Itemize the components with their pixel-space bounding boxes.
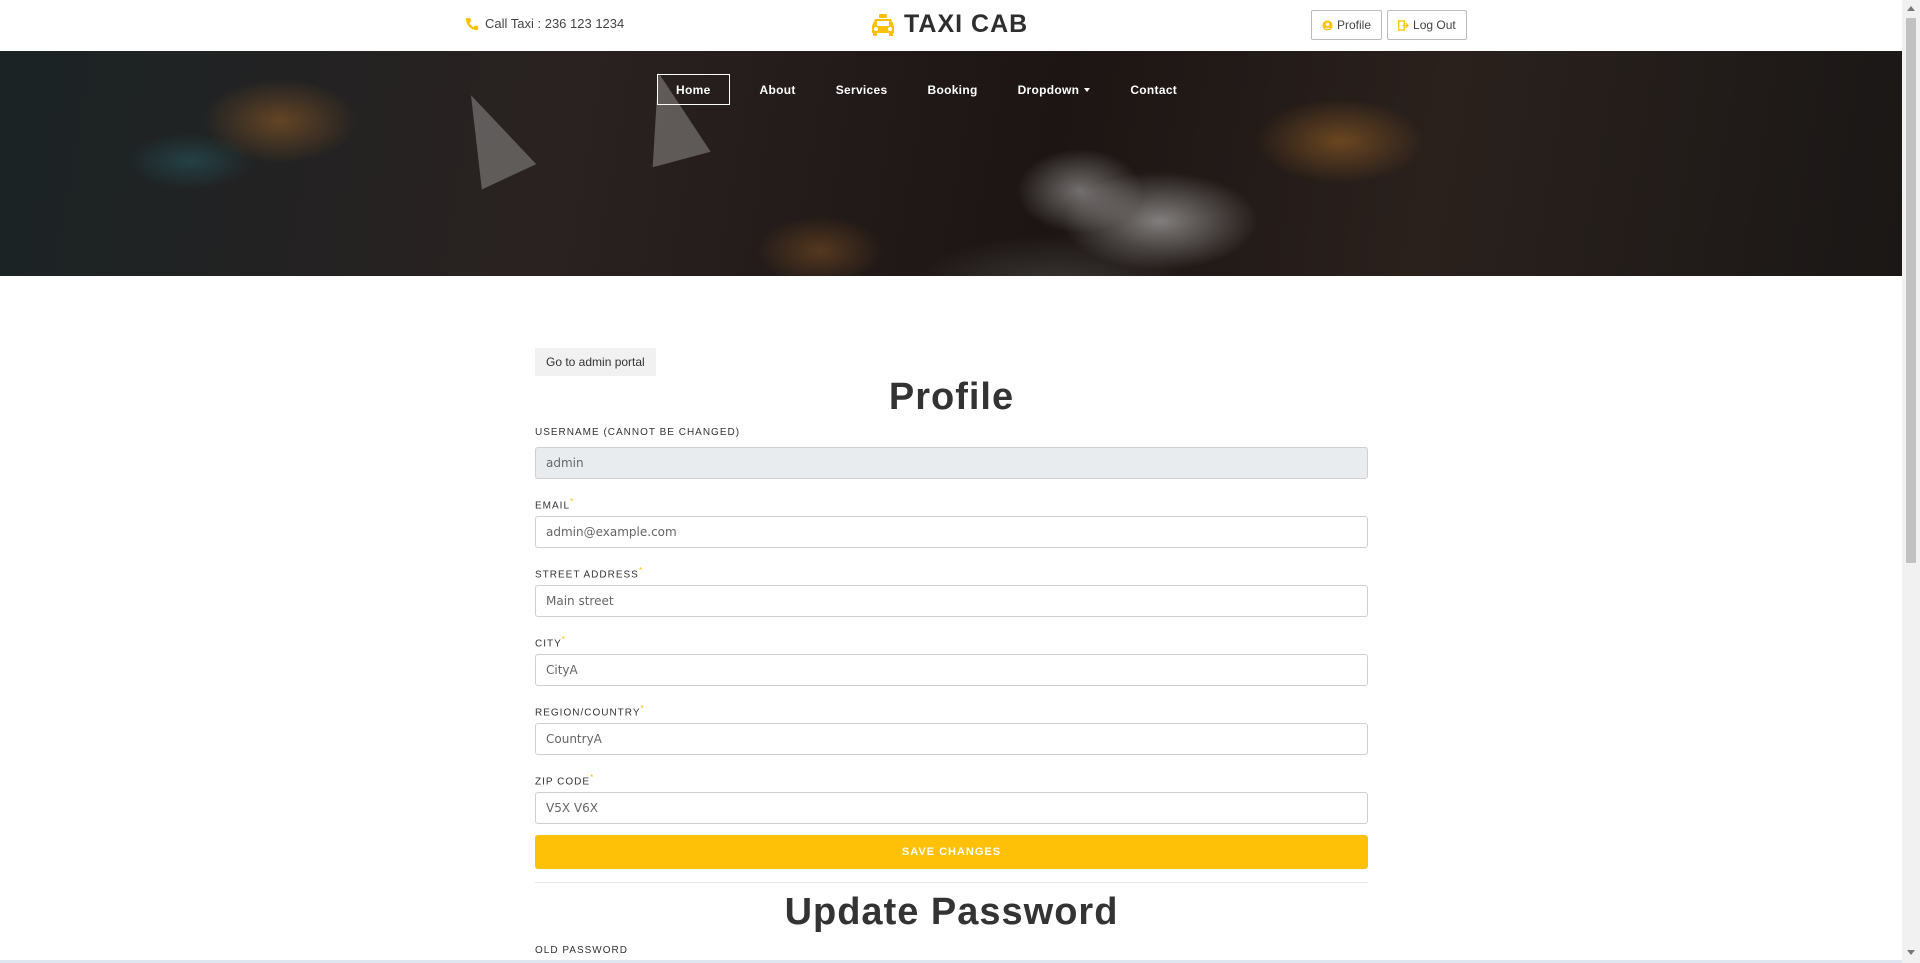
profile-button-label: Profile: [1337, 18, 1372, 32]
username-field: admin: [535, 447, 1368, 479]
city-label: CITY*: [535, 634, 566, 649]
region-label-text: REGION/COUNTRY: [535, 707, 641, 719]
nav-services[interactable]: Services: [816, 74, 908, 105]
street-label: STREET ADDRESS*: [535, 565, 643, 580]
logout-button[interactable]: Log Out: [1387, 10, 1467, 40]
profile-title: Profile: [888, 376, 1015, 418]
street-address-field[interactable]: Main street: [535, 585, 1368, 617]
old-password-label: OLD PASSWORD: [535, 945, 628, 956]
zip-code-field[interactable]: V5X V6X: [535, 792, 1368, 824]
top-header: Call Taxi : 236 123 1234 TAXI CAB Profil…: [0, 0, 1902, 51]
section-divider: [535, 882, 1368, 883]
road-arrow-decoration: [443, 82, 537, 190]
call-taxi: Call Taxi : 236 123 1234: [465, 16, 624, 31]
account-buttons: Profile Log Out: [1311, 10, 1467, 40]
username-label: USERNAME (CANNOT BE CHANGED): [535, 427, 740, 438]
username-label-text: USERNAME (CANNOT BE CHANGED): [535, 427, 741, 438]
nav-dropdown-label: Dropdown: [1017, 82, 1080, 97]
profile-button[interactable]: Profile: [1311, 10, 1383, 40]
main-nav: Home About Services Booking Dropdown Con…: [657, 74, 1197, 105]
brand-logo[interactable]: TAXI CAB: [870, 10, 1028, 39]
required-mark: *: [570, 496, 575, 506]
street-label-text: STREET ADDRESS: [535, 569, 639, 581]
scroll-up-arrow-icon[interactable]: [1907, 6, 1915, 11]
caret-down-icon: [1084, 87, 1091, 92]
phone-icon: [465, 17, 479, 30]
page-scrollbar[interactable]: [1902, 0, 1920, 963]
required-mark: *: [640, 703, 645, 713]
required-mark: *: [590, 772, 595, 782]
city-field[interactable]: CityA: [535, 654, 1368, 686]
update-password-title: Update Password: [784, 891, 1119, 933]
taxi-icon: [872, 13, 894, 36]
logout-button-label: Log Out: [1413, 18, 1456, 32]
email-label: EMAIL*: [535, 496, 574, 511]
scroll-down-arrow-icon[interactable]: [1907, 950, 1915, 955]
required-mark: *: [561, 634, 567, 644]
nav-booking[interactable]: Booking: [907, 74, 997, 105]
brand-name: TAXI CAB: [904, 10, 1029, 38]
user-circle-icon: [1322, 19, 1333, 31]
nav-contact[interactable]: Contact: [1110, 74, 1197, 105]
admin-portal-button[interactable]: Go to admin portal: [535, 348, 656, 376]
email-label-text: EMAIL: [535, 500, 571, 512]
call-text: Call Taxi : 236 123 1234: [485, 16, 625, 31]
zip-label-text: ZIP CODE: [535, 776, 591, 788]
region-label: REGION/COUNTRY*: [535, 703, 645, 718]
required-mark: *: [638, 565, 644, 575]
save-changes-button[interactable]: SAVE CHANGES: [535, 835, 1368, 869]
zip-label: ZIP CODE*: [535, 772, 594, 787]
region-country-field[interactable]: CountryA: [535, 723, 1368, 755]
nav-about[interactable]: About: [740, 74, 816, 105]
nav-home[interactable]: Home: [657, 74, 730, 105]
nav-dropdown[interactable]: Dropdown: [998, 74, 1111, 105]
hero-banner: Home About Services Booking Dropdown Con…: [0, 51, 1902, 276]
email-field[interactable]: admin@example.com: [535, 516, 1368, 548]
scrollbar-thumb[interactable]: [1906, 18, 1916, 563]
sign-out-icon: [1398, 19, 1410, 31]
city-label-text: CITY: [535, 638, 562, 650]
